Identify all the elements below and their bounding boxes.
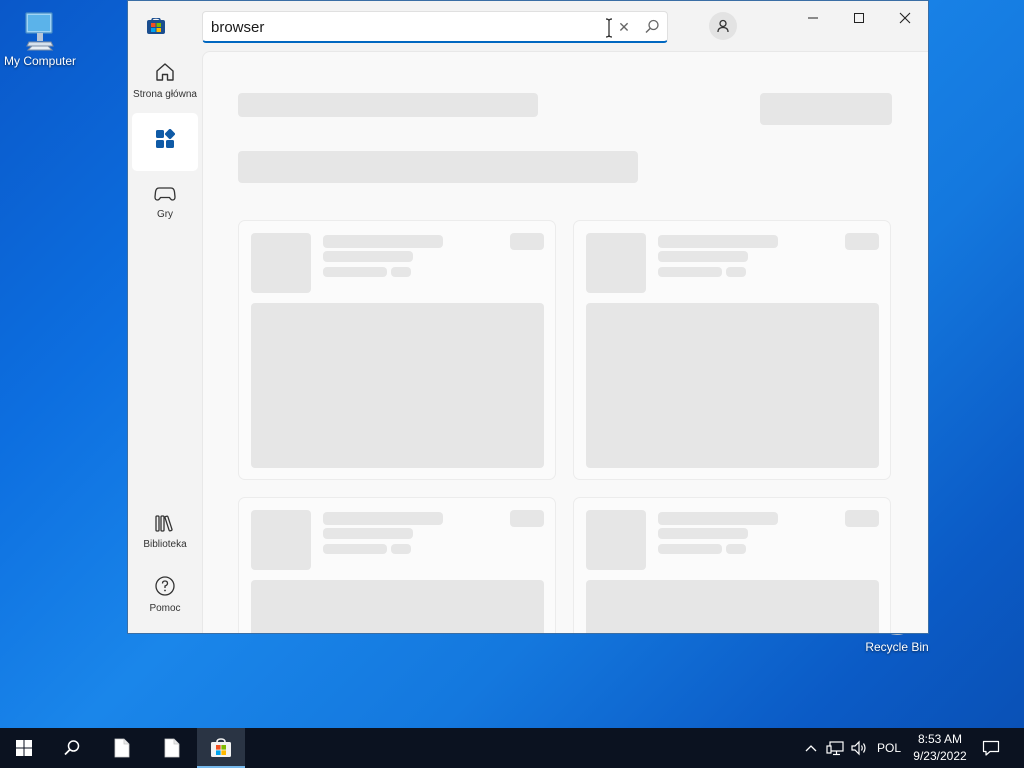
nav-item-label: Biblioteka [143,539,187,550]
clear-search-icon[interactable]: ✕ [615,18,633,36]
maximize-button[interactable] [836,1,882,35]
skeleton-card [573,497,891,633]
skeleton-title [658,235,778,248]
skeleton-screenshot [586,580,879,633]
start-button[interactable] [0,728,48,768]
skeleton-heading [238,93,538,117]
skeleton-title [323,512,443,525]
computer-icon [25,12,54,51]
home-icon [156,63,174,81]
close-icon [899,12,911,24]
skeleton-app-icon [251,510,311,570]
skeleton-card [238,220,556,480]
skeleton-meta [323,544,387,554]
apps-icon [156,129,175,148]
windows-logo-icon [16,740,32,756]
skeleton-title [658,512,778,525]
skeleton-app-icon [586,510,646,570]
skeleton-app-icon [586,233,646,293]
account-avatar[interactable] [709,12,737,40]
nav-item-label: Pomoc [149,603,181,614]
network-icon [826,741,844,756]
library-icon [155,515,173,532]
skeleton-meta [391,544,411,554]
nav-item-library[interactable]: Biblioteka [132,513,198,563]
close-button[interactable] [882,1,928,35]
maximize-icon [854,13,864,23]
navigation-rail: Strona główna Gry Biblioteka Pomoc [128,51,202,633]
search-input[interactable] [211,17,601,37]
skeleton-subtitle [323,528,413,539]
skeleton-meta [323,267,387,277]
nav-item-home[interactable]: Strona główna [132,61,198,116]
nav-item-apps[interactable] [132,113,198,171]
text-cursor-icon [605,18,613,38]
speaker-icon [851,740,866,756]
desktop-icon-my-computer[interactable]: My Computer [0,8,80,68]
input-language-indicator[interactable]: POL [872,728,906,768]
microsoft-store-icon [211,738,231,757]
microsoft-store-icon [147,18,165,34]
skeleton-app-icon [251,233,311,293]
desktop-icon-label: My Computer [3,54,77,68]
skeleton-title [323,235,443,248]
skeleton-subtitle [658,528,748,539]
skeleton-meta [726,267,746,277]
nav-item-help[interactable]: Pomoc [132,575,198,625]
skeleton-subtitle [658,251,748,262]
volume-button[interactable] [848,728,870,768]
clock[interactable]: 8:53 AM 9/23/2022 [908,728,972,768]
skeleton-screenshot [251,303,544,468]
file-icon [164,738,180,758]
nav-item-label: Strona główna [133,89,197,100]
skeleton-price [845,510,879,527]
search-icon[interactable] [643,18,661,36]
skeleton-meta [726,544,746,554]
skeleton-screenshot [251,580,544,633]
notification-icon [982,740,1000,756]
action-center-button[interactable] [976,728,1006,768]
clock-time: 8:53 AM [917,732,963,746]
skeleton-screenshot [586,303,879,468]
search-box[interactable]: ✕ [202,11,668,43]
skeleton-card [573,220,891,480]
search-results-loading [202,51,928,633]
show-hidden-icons-button[interactable] [800,728,822,768]
skeleton-price [510,233,544,250]
minimize-icon [808,17,818,19]
help-icon [155,576,175,596]
taskbar-app-file[interactable] [148,728,196,768]
skeleton-meta [658,544,722,554]
skeleton-card [238,497,556,633]
taskbar: POL 8:53 AM 9/23/2022 [0,728,1024,768]
language-label: POL [876,741,901,755]
person-icon [717,19,729,33]
skeleton-meta [391,267,411,277]
network-button[interactable] [824,728,846,768]
nav-item-games[interactable]: Gry [132,185,198,235]
clock-date: 9/23/2022 [913,749,967,763]
skeleton-subtitle [323,251,413,262]
search-icon [64,740,80,756]
file-icon [114,738,130,758]
title-bar: ✕ [128,1,928,51]
skeleton-meta [658,267,722,277]
skeleton-price [510,510,544,527]
chevron-up-icon [805,745,817,752]
store-window: ✕ Strona główna [127,0,929,634]
taskbar-search-button[interactable] [48,728,96,768]
taskbar-app-store[interactable] [197,728,245,768]
gamepad-icon [154,187,176,201]
skeleton-price [845,233,879,250]
minimize-button[interactable] [790,1,836,35]
taskbar-app-file[interactable] [98,728,146,768]
skeleton-filter-bar [238,151,638,183]
nav-item-label: Gry [156,209,174,220]
skeleton-button [760,93,892,125]
desktop-icon-label: Recycle Bin [865,640,929,654]
